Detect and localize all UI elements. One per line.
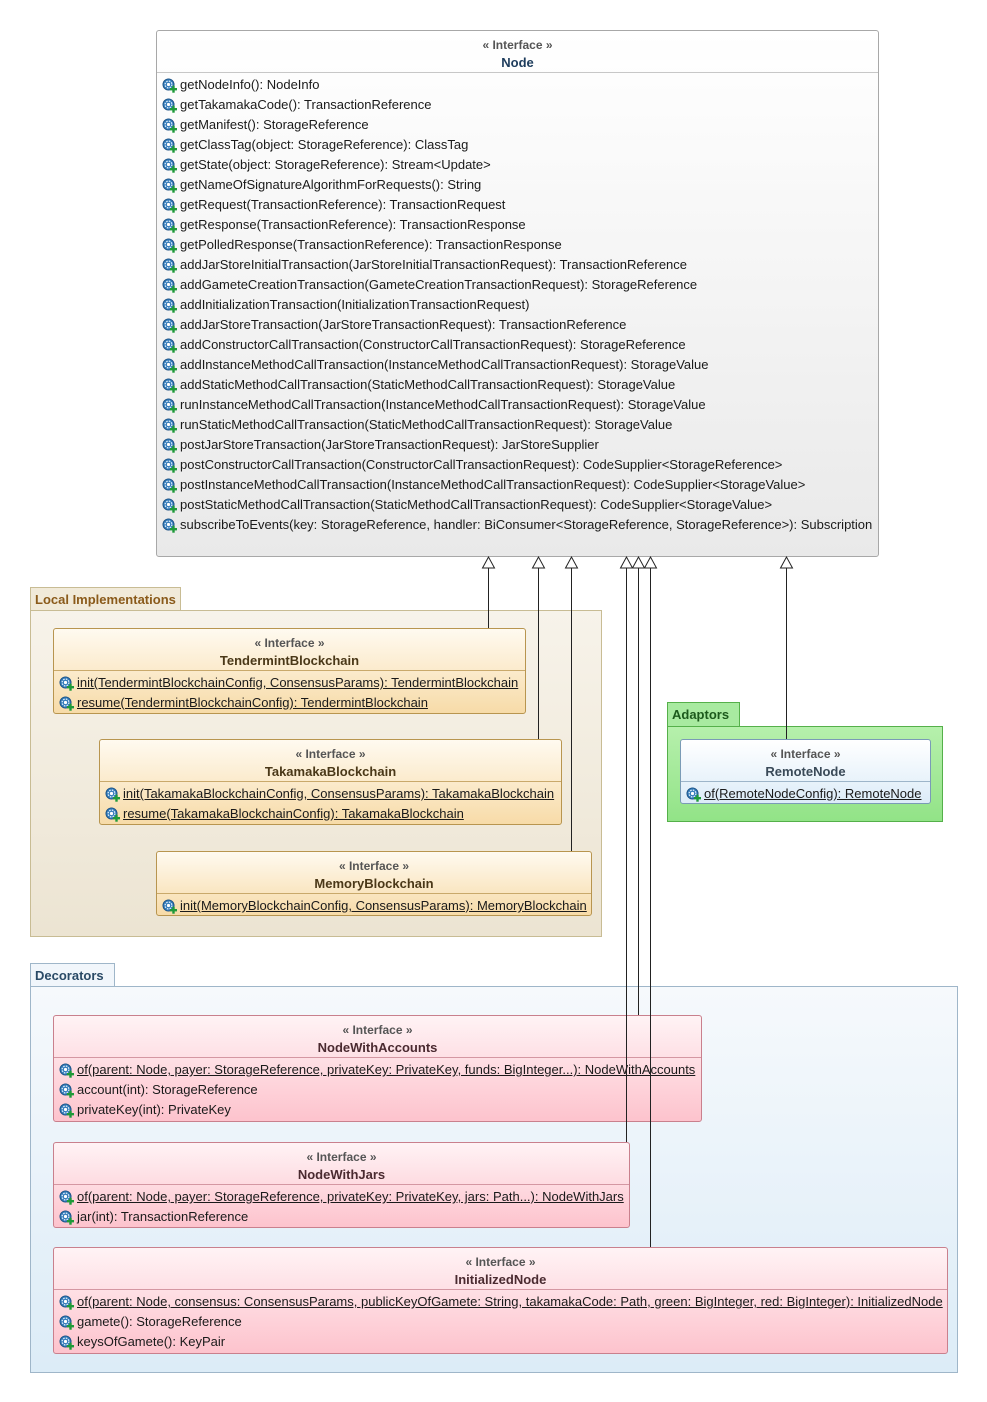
generalization-arrowhead — [631, 555, 646, 569]
generalization-arrowhead — [643, 555, 658, 569]
generalization-arrowhead — [619, 555, 634, 569]
generalization-arrowhead — [564, 555, 579, 569]
generalization-arrowhead — [779, 555, 794, 569]
generalization-arrowhead — [531, 555, 546, 569]
generalization-arrowhead — [481, 555, 496, 569]
generalization-connectors — [481, 555, 794, 1247]
